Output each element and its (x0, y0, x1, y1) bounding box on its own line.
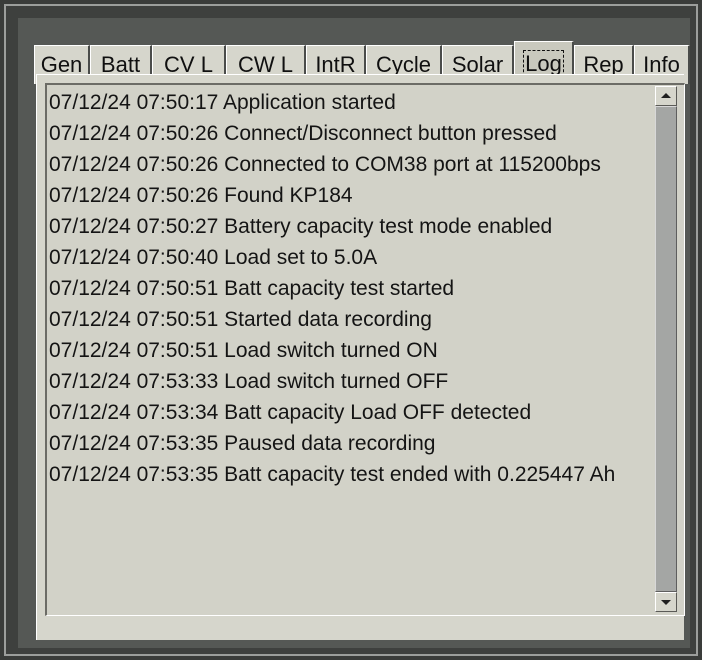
vertical-scrollbar[interactable] (655, 86, 677, 612)
log-line: 07/12/24 07:53:34 Batt capacity Load OFF… (49, 401, 532, 424)
log-line: 07/12/24 07:53:33 Load switch turned OFF (49, 370, 449, 393)
tab-bar: Gen Batt CV L CW L IntR Cycle Solar Log … (34, 32, 690, 86)
tab-panel: Gen Batt CV L CW L IntR Cycle Solar Log … (18, 18, 690, 648)
tab-label: Log (523, 50, 564, 77)
log-line: 07/12/24 07:50:51 Batt capacity test sta… (49, 277, 455, 300)
log-line: 07/12/24 07:53:35 Paused data recording (49, 432, 436, 455)
scroll-down-button[interactable] (655, 592, 677, 612)
log-line: 07/12/24 07:50:27 Battery capacity test … (49, 215, 553, 238)
log-line: 07/12/24 07:50:26 Connected to COM38 por… (49, 153, 601, 176)
log-line: 07/12/24 07:50:26 Connect/Disconnect but… (49, 122, 557, 145)
log-line: 07/12/24 07:50:51 Started data recording (49, 308, 432, 331)
log-line: 07/12/24 07:53:35 Batt capacity test end… (49, 463, 616, 486)
arrow-down-icon (661, 600, 671, 605)
log-line: 07/12/24 07:50:51 Load switch turned ON (49, 339, 438, 362)
log-lines: 07/12/24 07:50:17 Application started 07… (49, 87, 657, 490)
arrow-up-icon (661, 93, 671, 98)
log-textbox[interactable]: 07/12/24 07:50:17 Application started 07… (45, 83, 685, 616)
log-tab-content: 07/12/24 07:50:17 Application started 07… (36, 74, 685, 640)
scrollbar-thumb[interactable] (655, 106, 677, 592)
log-line: 07/12/24 07:50:17 Application started (49, 91, 396, 114)
log-line: 07/12/24 07:50:40 Load set to 5.0A (49, 246, 378, 269)
bottom-strip (36, 640, 684, 646)
scroll-up-button[interactable] (655, 86, 677, 106)
window-frame: Gen Batt CV L CW L IntR Cycle Solar Log … (4, 4, 698, 656)
log-line: 07/12/24 07:50:26 Found KP184 (49, 184, 353, 207)
